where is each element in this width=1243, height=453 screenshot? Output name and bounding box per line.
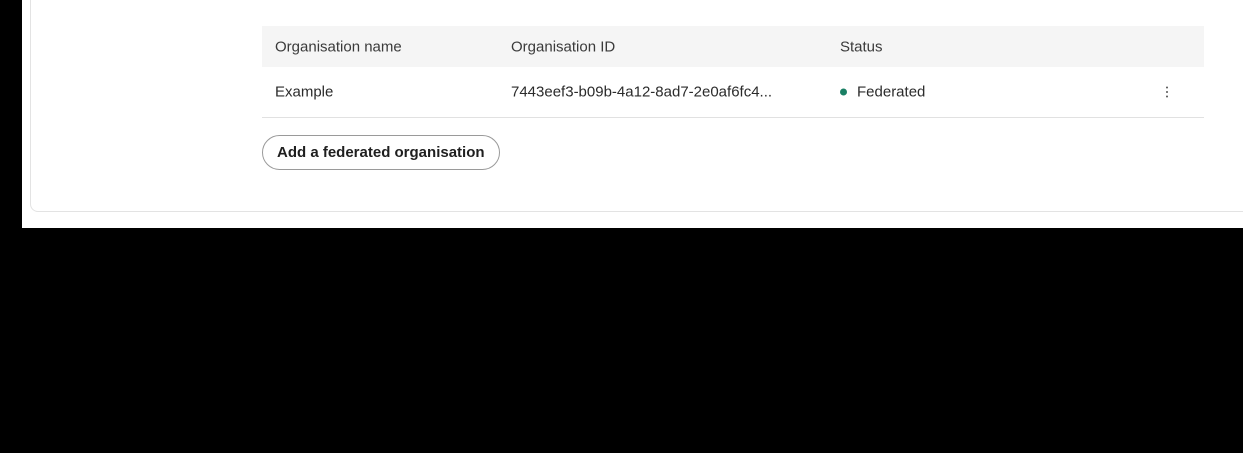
column-header-organisation-id: Organisation ID (511, 38, 616, 55)
column-header-status: Status (840, 38, 883, 55)
status-dot-icon (840, 88, 847, 96)
status-cell: Federated (840, 84, 925, 101)
table-row: Example 7443eef3-b09b-4a12-8ad7-2e0af6fc… (262, 67, 1204, 118)
organisation-id-cell: 7443eef3-b09b-4a12-8ad7-2e0af6fc4... (511, 83, 773, 101)
add-federated-organisation-button[interactable]: Add a federated organisation (262, 135, 500, 170)
more-vertical-icon[interactable] (1156, 81, 1178, 103)
screen: Organisation name Organisation ID Status… (0, 0, 1243, 453)
organisation-name-cell: Example (275, 83, 334, 101)
status-label: Federated (857, 83, 926, 101)
column-header-organisation-name: Organisation name (275, 38, 402, 55)
table-header-row: Organisation name Organisation ID Status (262, 26, 1204, 67)
federated-organisations-table: Organisation name Organisation ID Status… (262, 26, 1204, 118)
